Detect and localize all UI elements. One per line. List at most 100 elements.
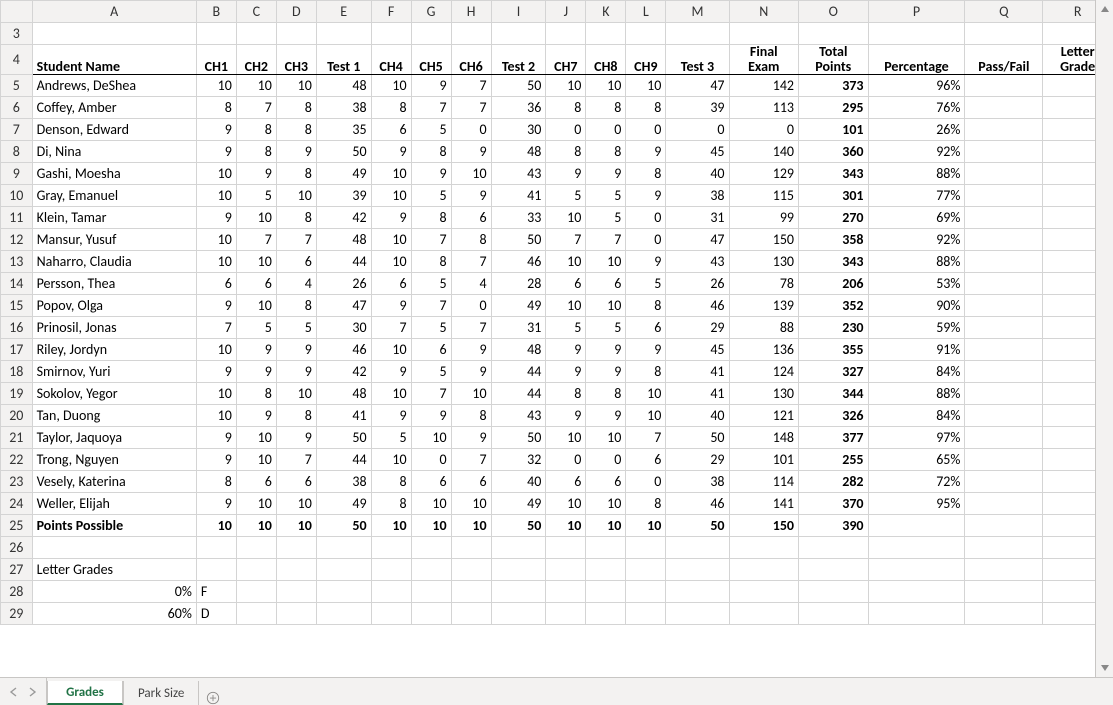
points-ch9[interactable]: 10 bbox=[626, 515, 666, 537]
cell-ch6[interactable]: 4 bbox=[451, 273, 491, 295]
header-ch5[interactable]: CH5 bbox=[411, 45, 451, 75]
cell[interactable] bbox=[411, 559, 451, 581]
row-header-27[interactable]: 27 bbox=[1, 559, 33, 581]
cell[interactable] bbox=[411, 581, 451, 603]
cell-ch5[interactable]: 10 bbox=[411, 427, 451, 449]
student-name-cell[interactable]: Gashi, Moesha bbox=[32, 163, 196, 185]
cell-t3[interactable]: 40 bbox=[666, 163, 729, 185]
cell-ch1[interactable]: 10 bbox=[196, 339, 236, 361]
column-header-H[interactable]: H bbox=[451, 1, 491, 23]
header-ch3[interactable]: CH3 bbox=[276, 45, 316, 75]
points-possible-label[interactable]: Points Possible bbox=[32, 515, 196, 537]
cell-total[interactable]: 230 bbox=[799, 317, 869, 339]
cell-ch1[interactable]: 9 bbox=[196, 207, 236, 229]
cell-t3[interactable]: 29 bbox=[666, 449, 729, 471]
row-header-18[interactable]: 18 bbox=[1, 361, 33, 383]
cell[interactable] bbox=[868, 515, 965, 537]
points-t1[interactable]: 50 bbox=[316, 515, 371, 537]
student-name-cell[interactable]: Taylor, Jaquoya bbox=[32, 427, 196, 449]
cell-ch9[interactable]: 5 bbox=[626, 273, 666, 295]
spreadsheet-grid[interactable]: ABCDEFGHIJKLMNOPQR34Student NameCH1CH2CH… bbox=[0, 0, 1113, 677]
cell[interactable] bbox=[236, 559, 276, 581]
cell-t2[interactable]: 48 bbox=[491, 141, 546, 163]
cell[interactable] bbox=[451, 603, 491, 625]
cell-ch1[interactable]: 8 bbox=[196, 471, 236, 493]
cell-ch6[interactable]: 7 bbox=[451, 251, 491, 273]
column-header-E[interactable]: E bbox=[316, 1, 371, 23]
cell-ch9[interactable]: 8 bbox=[626, 97, 666, 119]
cell-final[interactable]: 124 bbox=[729, 361, 799, 383]
cell-ch1[interactable]: 9 bbox=[196, 295, 236, 317]
cell-pct[interactable]: 53% bbox=[868, 273, 965, 295]
cell-ch2[interactable]: 10 bbox=[236, 75, 276, 97]
cell-ch5[interactable]: 5 bbox=[411, 317, 451, 339]
cell-final[interactable]: 78 bbox=[729, 273, 799, 295]
cell[interactable] bbox=[666, 559, 729, 581]
row-header-26[interactable]: 26 bbox=[1, 537, 33, 559]
cell-ch9[interactable]: 8 bbox=[626, 361, 666, 383]
cell-ch1[interactable]: 10 bbox=[196, 383, 236, 405]
cell[interactable] bbox=[451, 559, 491, 581]
cell-t3[interactable]: 45 bbox=[666, 339, 729, 361]
cell-t3[interactable]: 26 bbox=[666, 273, 729, 295]
cell-t1[interactable]: 30 bbox=[316, 317, 371, 339]
cell[interactable] bbox=[666, 23, 729, 45]
cell-t2[interactable]: 50 bbox=[491, 229, 546, 251]
header-pass-fail[interactable]: Pass/Fail bbox=[965, 45, 1043, 75]
cell-ch4[interactable]: 10 bbox=[371, 251, 411, 273]
cell-ch2[interactable]: 6 bbox=[236, 273, 276, 295]
cell[interactable] bbox=[236, 537, 276, 559]
cell-t1[interactable]: 39 bbox=[316, 185, 371, 207]
header-test-2[interactable]: Test 2 bbox=[491, 45, 546, 75]
cell[interactable] bbox=[965, 383, 1043, 405]
cell-pct[interactable]: 59% bbox=[868, 317, 965, 339]
row-header-21[interactable]: 21 bbox=[1, 427, 33, 449]
cell-ch4[interactable]: 10 bbox=[371, 163, 411, 185]
student-name-cell[interactable]: Gray, Emanuel bbox=[32, 185, 196, 207]
cell[interactable] bbox=[316, 581, 371, 603]
cell-ch6[interactable]: 7 bbox=[451, 75, 491, 97]
row-header-15[interactable]: 15 bbox=[1, 295, 33, 317]
cell[interactable] bbox=[546, 581, 586, 603]
cell[interactable] bbox=[799, 603, 869, 625]
cell[interactable] bbox=[586, 23, 626, 45]
cell[interactable] bbox=[546, 537, 586, 559]
cell[interactable] bbox=[965, 23, 1043, 45]
cell-ch3[interactable]: 9 bbox=[276, 427, 316, 449]
cell-ch2[interactable]: 8 bbox=[236, 383, 276, 405]
header-ch2[interactable]: CH2 bbox=[236, 45, 276, 75]
cell[interactable] bbox=[32, 23, 196, 45]
cell-pct[interactable]: 91% bbox=[868, 339, 965, 361]
row-header-14[interactable]: 14 bbox=[1, 273, 33, 295]
cell-ch7[interactable]: 9 bbox=[546, 163, 586, 185]
cell-ch1[interactable]: 9 bbox=[196, 427, 236, 449]
header-ch7[interactable]: CH7 bbox=[546, 45, 586, 75]
cell[interactable] bbox=[965, 97, 1043, 119]
cell-ch5[interactable]: 5 bbox=[411, 361, 451, 383]
cell-ch4[interactable]: 9 bbox=[371, 405, 411, 427]
student-name-cell[interactable]: Di, Nina bbox=[32, 141, 196, 163]
cell-pct[interactable]: 76% bbox=[868, 97, 965, 119]
cell[interactable] bbox=[586, 603, 626, 625]
cell-ch5[interactable]: 8 bbox=[411, 207, 451, 229]
cell-ch4[interactable]: 10 bbox=[371, 449, 411, 471]
cell-ch2[interactable]: 8 bbox=[236, 119, 276, 141]
cell-t2[interactable]: 28 bbox=[491, 273, 546, 295]
column-header-O[interactable]: O bbox=[799, 1, 869, 23]
cell-ch5[interactable]: 0 bbox=[411, 449, 451, 471]
cell-ch5[interactable]: 9 bbox=[411, 75, 451, 97]
cell[interactable] bbox=[316, 603, 371, 625]
cell-ch9[interactable]: 0 bbox=[626, 119, 666, 141]
cell-ch8[interactable]: 7 bbox=[586, 229, 626, 251]
cell-ch5[interactable]: 7 bbox=[411, 229, 451, 251]
cell[interactable] bbox=[965, 581, 1043, 603]
cell-total[interactable]: 295 bbox=[799, 97, 869, 119]
points-total[interactable]: 390 bbox=[799, 515, 869, 537]
grade-letter-cell[interactable]: F bbox=[196, 581, 236, 603]
cell-ch7[interactable]: 6 bbox=[546, 273, 586, 295]
cell-ch3[interactable]: 10 bbox=[276, 75, 316, 97]
cell-pct[interactable]: 84% bbox=[868, 405, 965, 427]
cell-t2[interactable]: 33 bbox=[491, 207, 546, 229]
points-ch4[interactable]: 10 bbox=[371, 515, 411, 537]
cell[interactable] bbox=[666, 537, 729, 559]
